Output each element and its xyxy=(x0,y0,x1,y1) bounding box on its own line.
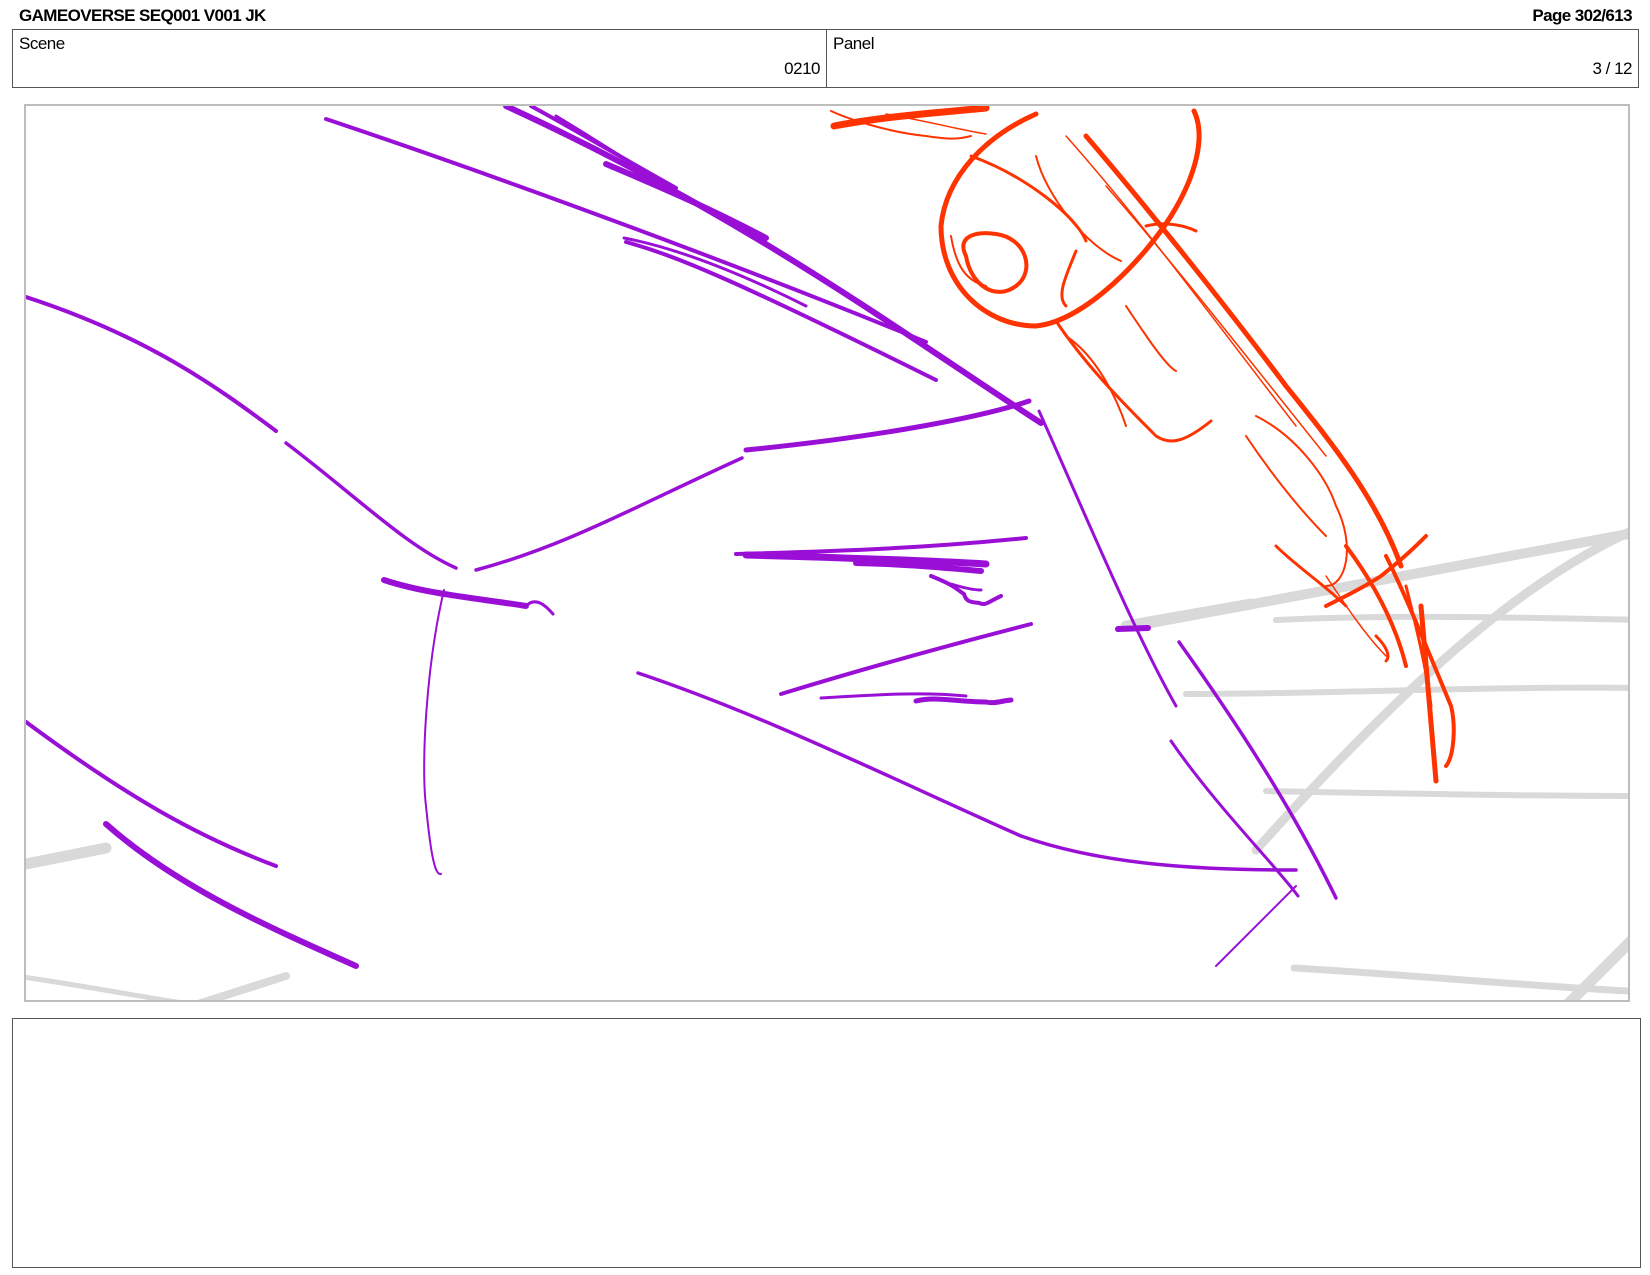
scene-label: Scene xyxy=(19,34,65,53)
page-number: Page 302/613 xyxy=(1532,6,1632,25)
orange-character-sketch xyxy=(830,106,1456,784)
panel-number: 3 / 12 xyxy=(1592,59,1632,78)
scene-cell: Scene 0210 xyxy=(13,30,827,87)
storyboard-drawing-frame xyxy=(24,104,1630,1002)
panel-notes-box xyxy=(12,1018,1641,1268)
storyboard-sketch xyxy=(26,106,1628,1000)
document-title: GAMEOVERSE SEQ001 V001 JK xyxy=(19,6,266,25)
panel-cell: Panel 3 / 12 xyxy=(827,30,1638,87)
scene-panel-info-row: Scene 0210 Panel 3 / 12 xyxy=(12,29,1639,88)
purple-character-sketch xyxy=(26,106,1338,969)
scene-number: 0210 xyxy=(784,59,820,78)
panel-label: Panel xyxy=(833,34,874,53)
